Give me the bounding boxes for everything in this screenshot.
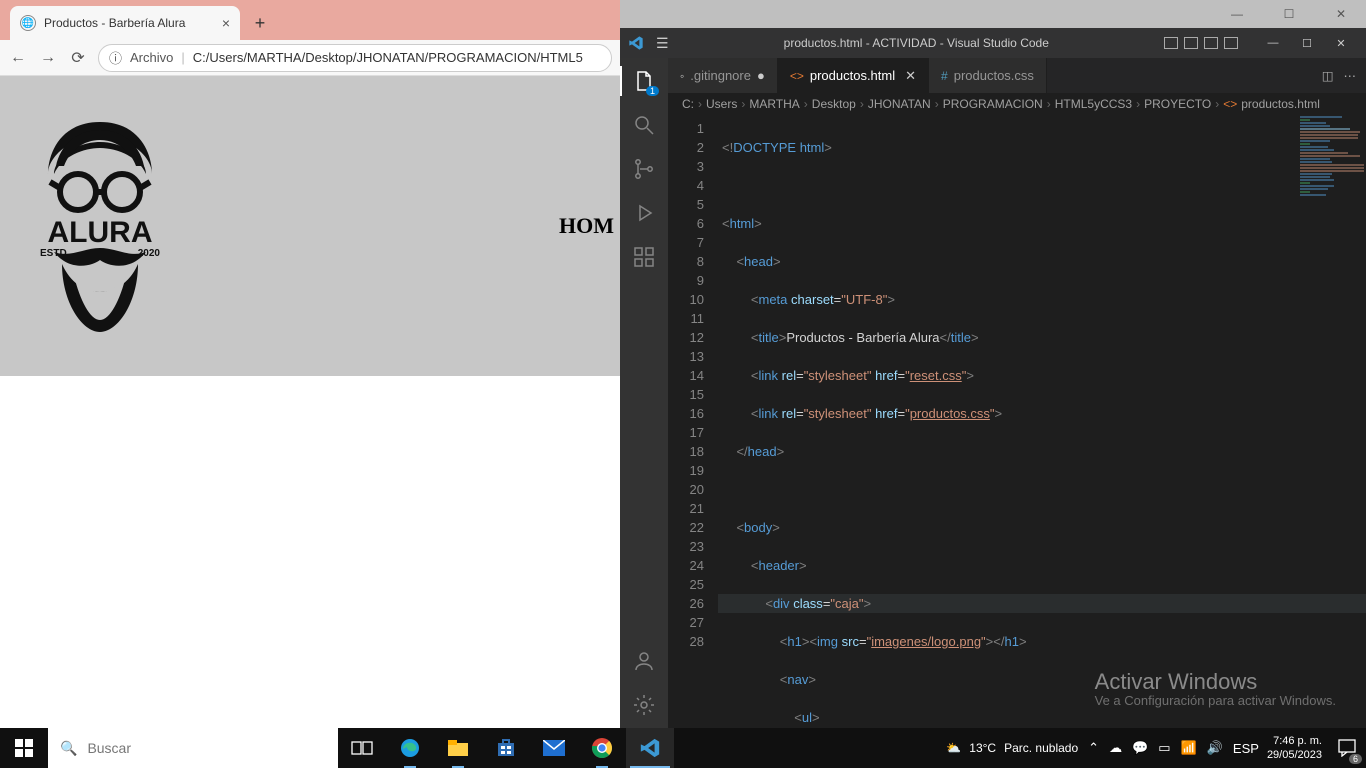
weather-temp: 13°C [969, 741, 996, 755]
search-icon[interactable] [631, 112, 657, 138]
activity-bar: 1 [620, 58, 668, 728]
search-placeholder: Buscar [87, 740, 131, 756]
edge-icon[interactable] [386, 728, 434, 768]
chrome-viewport: ALURA ESTD 2020 HOM [0, 76, 620, 728]
vscode-minimize[interactable]: — [1256, 28, 1290, 58]
vscode-window: ☰ productos.html - ACTIVIDAD - Visual St… [620, 28, 1366, 728]
ms-store-icon[interactable] [482, 728, 530, 768]
volume-icon[interactable]: 🔊 [1207, 740, 1223, 756]
layout-controls[interactable] [1164, 37, 1238, 49]
vscode-maximize[interactable]: ☐ [1290, 28, 1324, 58]
tab-label: productos.css [954, 68, 1034, 83]
info-icon: ⓘ [109, 48, 122, 67]
search-icon: 🔍 [60, 740, 77, 757]
wifi-icon[interactable]: 📶 [1181, 740, 1197, 756]
more-icon[interactable]: ⋯ [1344, 68, 1357, 83]
alura-logo: ALURA ESTD 2020 [20, 116, 180, 336]
reload-button[interactable]: ⟳ [68, 48, 88, 68]
globe-icon: 🌐 [20, 15, 36, 31]
clock-time: 7:46 p. m. [1267, 734, 1322, 748]
explorer-icon[interactable]: 1 [631, 68, 657, 94]
html-file-icon: <> [790, 69, 804, 83]
chrome-tab[interactable]: 🌐 Productos - Barbería Alura × [10, 6, 240, 40]
vscode-title: productos.html - ACTIVIDAD - Visual Stud… [681, 36, 1152, 50]
taskbar-search[interactable]: 🔍 Buscar [48, 728, 338, 768]
chrome-icon[interactable] [578, 728, 626, 768]
chrome-toolbar: ← → ⟳ ⓘ Archivo | C:/Users/MARTHA/Deskto… [0, 40, 620, 76]
tray-overflow-icon[interactable]: ⌃ [1088, 740, 1099, 756]
mail-icon[interactable] [530, 728, 578, 768]
system-tray[interactable]: ⌃ ☁ 💬 ▭ 📶 🔊 ESP [1088, 740, 1259, 756]
start-button[interactable] [0, 728, 48, 768]
chrome-window: 🌐 Productos - Barbería Alura × + ← → ⟳ ⓘ… [0, 0, 620, 728]
menu-button[interactable]: ☰ [656, 35, 669, 52]
explorer-badge: 1 [646, 86, 659, 96]
chrome-tab-title: Productos - Barbería Alura [44, 16, 214, 30]
vscode-taskbar-icon[interactable] [626, 728, 674, 768]
account-icon[interactable] [631, 648, 657, 674]
tab-productos-html[interactable]: <> productos.html ✕ [778, 58, 929, 93]
settings-icon[interactable] [631, 692, 657, 718]
bgwin-close[interactable]: ✕ [1324, 2, 1358, 26]
css-file-icon: # [941, 69, 948, 83]
back-button[interactable]: ← [8, 49, 28, 67]
html-file-icon: <> [1223, 97, 1237, 111]
source-control-icon[interactable] [631, 156, 657, 182]
notification-badge: 6 [1349, 754, 1362, 764]
chrome-tabstrip: 🌐 Productos - Barbería Alura × + [0, 0, 620, 40]
extensions-icon[interactable] [631, 244, 657, 270]
page-header: ALURA ESTD 2020 HOM [0, 76, 620, 376]
close-tab-icon[interactable]: ✕ [905, 68, 916, 84]
breadcrumb[interactable]: C:› Users› MARTHA› Desktop› JHONATAN› PR… [668, 93, 1366, 115]
meeting-icon[interactable]: 💬 [1132, 740, 1148, 756]
editor-actions[interactable]: ◫ ⋯ [1312, 58, 1366, 93]
url-path: C:/Users/MARTHA/Desktop/JHONATAN/PROGRAM… [193, 50, 583, 65]
debug-icon[interactable] [631, 200, 657, 226]
forward-button[interactable]: → [38, 49, 58, 67]
file-explorer-icon[interactable] [434, 728, 482, 768]
weather-icon: ⛅ [946, 741, 961, 755]
dirty-indicator-icon: ● [757, 68, 765, 83]
tab-label: .gitingnore [690, 68, 751, 83]
tab-productos-css[interactable]: # productos.css [929, 58, 1047, 93]
svg-text:ALURA: ALURA [48, 216, 153, 249]
code-editor[interactable]: 1234567 891011121314 15161718192021 2223… [668, 115, 1366, 728]
taskbar-clock[interactable]: 7:46 p. m. 29/05/2023 [1267, 734, 1322, 762]
notification-center-icon[interactable]: 6 [1328, 728, 1366, 768]
vscode-titlebar: ☰ productos.html - ACTIVIDAD - Visual St… [620, 28, 1366, 58]
task-view-icon[interactable] [338, 728, 386, 768]
bgwin-maximize[interactable]: ☐ [1272, 2, 1306, 26]
tab-label: productos.html [810, 68, 895, 83]
language-indicator[interactable]: ESP [1233, 741, 1259, 756]
background-window-titlebar: — ☐ ✕ [620, 0, 1366, 28]
file-icon: ◦ [680, 69, 684, 83]
url-scheme: Archivo [130, 50, 173, 65]
bgwin-minimize[interactable]: — [1220, 2, 1254, 26]
editor-tabs: ◦ .gitingnore ● <> productos.html ✕ # pr… [668, 58, 1366, 93]
windows-activation-watermark: Activar Windows Ve a Configuración para … [1095, 672, 1336, 710]
vscode-close[interactable]: ✕ [1324, 28, 1358, 58]
weather-text: Parc. nublado [1004, 741, 1078, 755]
taskbar-weather[interactable]: ⛅ 13°C Parc. nublado [946, 741, 1078, 755]
onedrive-icon[interactable]: ☁ [1109, 740, 1122, 756]
editor-area: ◦ .gitingnore ● <> productos.html ✕ # pr… [668, 58, 1366, 728]
new-tab-button[interactable]: + [246, 9, 274, 37]
page-nav-partial: HOM [559, 213, 614, 239]
minimap[interactable] [1296, 115, 1366, 728]
taskbar-apps [338, 728, 674, 768]
url-bar[interactable]: ⓘ Archivo | C:/Users/MARTHA/Desktop/JHON… [98, 44, 612, 72]
battery-icon[interactable]: ▭ [1158, 740, 1170, 756]
windows-taskbar: 🔍 Buscar ⛅ 13°C Parc. nublado ⌃ ☁ [0, 728, 1366, 768]
close-icon[interactable]: × [222, 15, 230, 31]
clock-date: 29/05/2023 [1267, 748, 1322, 762]
vscode-logo-icon [628, 35, 644, 51]
split-editor-icon[interactable]: ◫ [1322, 68, 1334, 83]
line-numbers: 1234567 891011121314 15161718192021 2223… [668, 115, 718, 728]
code-content[interactable]: <!DOCTYPE html> <html> <head> <meta char… [718, 115, 1366, 728]
tab-gitignore[interactable]: ◦ .gitingnore ● [668, 58, 778, 93]
